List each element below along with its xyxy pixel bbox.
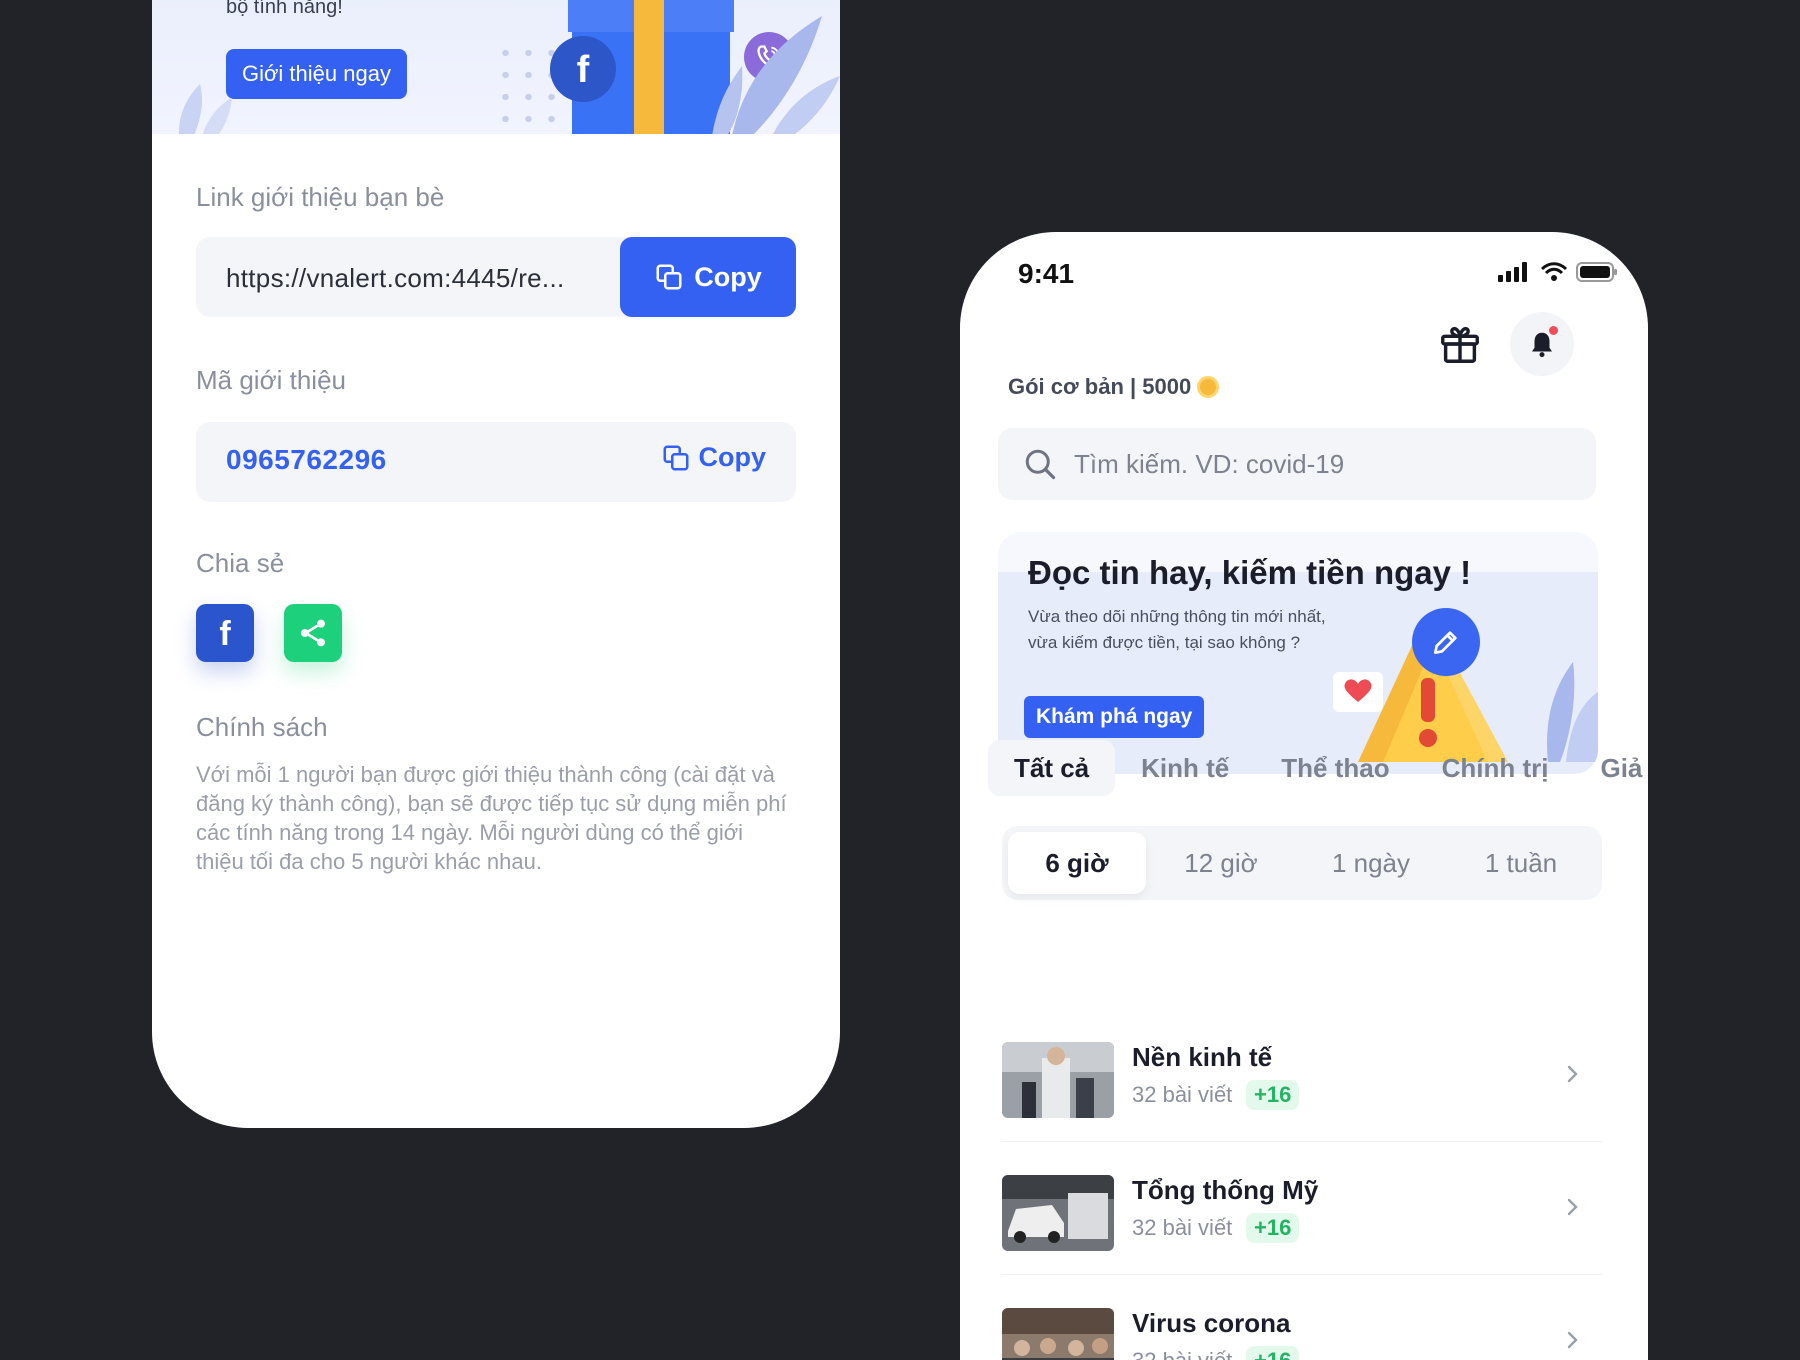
pencil-icon — [1434, 631, 1457, 654]
share-label: Chia sẻ — [196, 548, 285, 578]
topic-new-badge: +16 — [1246, 1213, 1300, 1243]
banner-caption: bộ tính năng! — [226, 0, 343, 18]
topic-row[interactable]: Tổng thống Mỹ 32 bài viết +16 — [1002, 1165, 1602, 1275]
referral-link-label: Link giới thiệu bạn bè — [196, 182, 445, 212]
plan-info: Gói cơ bản | 5000 — [1008, 374, 1220, 400]
notification-badge — [1549, 326, 1558, 335]
copy-link-label: Copy — [694, 261, 762, 292]
share-icon — [301, 619, 325, 647]
status-icons — [1498, 262, 1618, 282]
tab-all[interactable]: Tất cả — [988, 740, 1116, 796]
topic-row[interactable]: Virus corona 32 bài viết +16 — [1002, 1298, 1602, 1360]
referral-link-field: https://vnalert.com:4445/re... Copy — [196, 237, 796, 317]
wifi-icon — [1540, 262, 1568, 281]
copy-link-button[interactable]: Copy — [620, 237, 796, 317]
gift-ribbon-illustration — [634, 0, 664, 134]
share-button[interactable] — [284, 604, 342, 662]
tab-economy[interactable]: Kinh tế — [1115, 740, 1255, 796]
gift-icon — [1441, 326, 1479, 363]
topic-title: Nền kinh tế — [1132, 1042, 1273, 1072]
topic-new-badge: +16 — [1246, 1080, 1300, 1110]
search-bar[interactable] — [998, 428, 1596, 500]
tab-6-hours[interactable]: 6 giờ — [1008, 832, 1146, 894]
referral-banner: bộ tính năng! Giới thiệu ngay f — [152, 0, 840, 134]
topic-count: 32 bài viết — [1132, 1082, 1233, 1107]
referral-link-url[interactable]: https://vnalert.com:4445/re... — [226, 263, 565, 294]
topic-new-badge: +16 — [1246, 1346, 1300, 1360]
search-icon — [1025, 449, 1056, 480]
topic-count: 32 bài viết — [1132, 1348, 1232, 1360]
share-facebook-button[interactable]: f — [196, 604, 254, 662]
time-range-tabs: 6 giờ 12 giờ 1 ngày 1 tuần — [1002, 826, 1602, 900]
coin-icon — [1197, 376, 1220, 398]
signal-icon — [1498, 262, 1527, 282]
policy-text: Với mỗi 1 người bạn được giới thiệu thàn… — [196, 762, 787, 874]
topic-thumbnail — [1002, 1308, 1114, 1360]
explore-now-button[interactable]: Khám phá ngay — [1024, 696, 1205, 738]
copy-icon — [656, 264, 682, 290]
chevron-right-icon — [1567, 1331, 1578, 1349]
category-tabs: Tất cả Kinh tế Thể thao Chính trị Giả — [988, 740, 1648, 796]
tab-1-week[interactable]: 1 tuần — [1446, 832, 1596, 894]
topic-row[interactable]: Nền kinh tế 32 bài viết +16 — [1002, 1032, 1602, 1142]
notifications-button[interactable] — [1510, 312, 1574, 376]
copy-icon — [663, 445, 688, 470]
tab-politics[interactable]: Chính trị — [1416, 740, 1575, 796]
chevron-right-icon — [1567, 1065, 1578, 1083]
referral-code-value[interactable]: 0965762296 — [226, 444, 387, 476]
topic-count: 32 bài viết — [1132, 1215, 1233, 1240]
topic-title: Tổng thống Mỹ — [1132, 1175, 1319, 1205]
tab-more[interactable]: Giả — [1574, 740, 1648, 796]
promo-title: Đọc tin hay, kiếm tiền ngay ! — [1028, 554, 1472, 591]
plan-text: Gói cơ bản | 5000 — [1008, 374, 1192, 399]
referral-code-label: Mã giới thiệu — [196, 365, 347, 395]
tab-1-day[interactable]: 1 ngày — [1296, 832, 1446, 894]
topic-thumbnail — [1002, 1042, 1114, 1118]
tab-12-hours[interactable]: 12 giờ — [1146, 832, 1296, 894]
edit-button[interactable] — [1412, 608, 1480, 676]
search-input[interactable] — [1074, 448, 1554, 480]
referral-code-field: 0965762296 Copy — [196, 422, 796, 502]
policy-label: Chính sách — [196, 712, 328, 742]
leaf-illustration — [179, 84, 232, 134]
copy-code-button[interactable]: Copy — [661, 442, 767, 473]
topic-thumbnail — [1002, 1175, 1114, 1251]
tab-sports[interactable]: Thể thao — [1255, 740, 1415, 796]
promo-subtitle: Vừa theo dõi những thông tin mới nhất, v… — [1028, 607, 1326, 652]
topic-title: Virus corona — [1132, 1308, 1291, 1338]
facebook-icon: f — [550, 36, 616, 102]
rewards-button[interactable] — [1428, 312, 1492, 376]
promo-banner: Đọc tin hay, kiếm tiền ngay ! Vừa theo d… — [998, 532, 1598, 774]
home-screen: 9:41 Gói cơ bản | 5000 Đọc tin hay, kiếm… — [960, 232, 1648, 1360]
status-time: 9:41 — [1018, 258, 1075, 289]
battery-icon — [1576, 262, 1617, 282]
referral-screen: bộ tính năng! Giới thiệu ngay f Link giớ… — [152, 0, 840, 1128]
leaf-illustration — [712, 16, 840, 134]
copy-code-label: Copy — [698, 442, 767, 472]
introduce-now-button[interactable]: Giới thiệu ngay — [226, 49, 407, 99]
chevron-right-icon — [1567, 1198, 1578, 1216]
